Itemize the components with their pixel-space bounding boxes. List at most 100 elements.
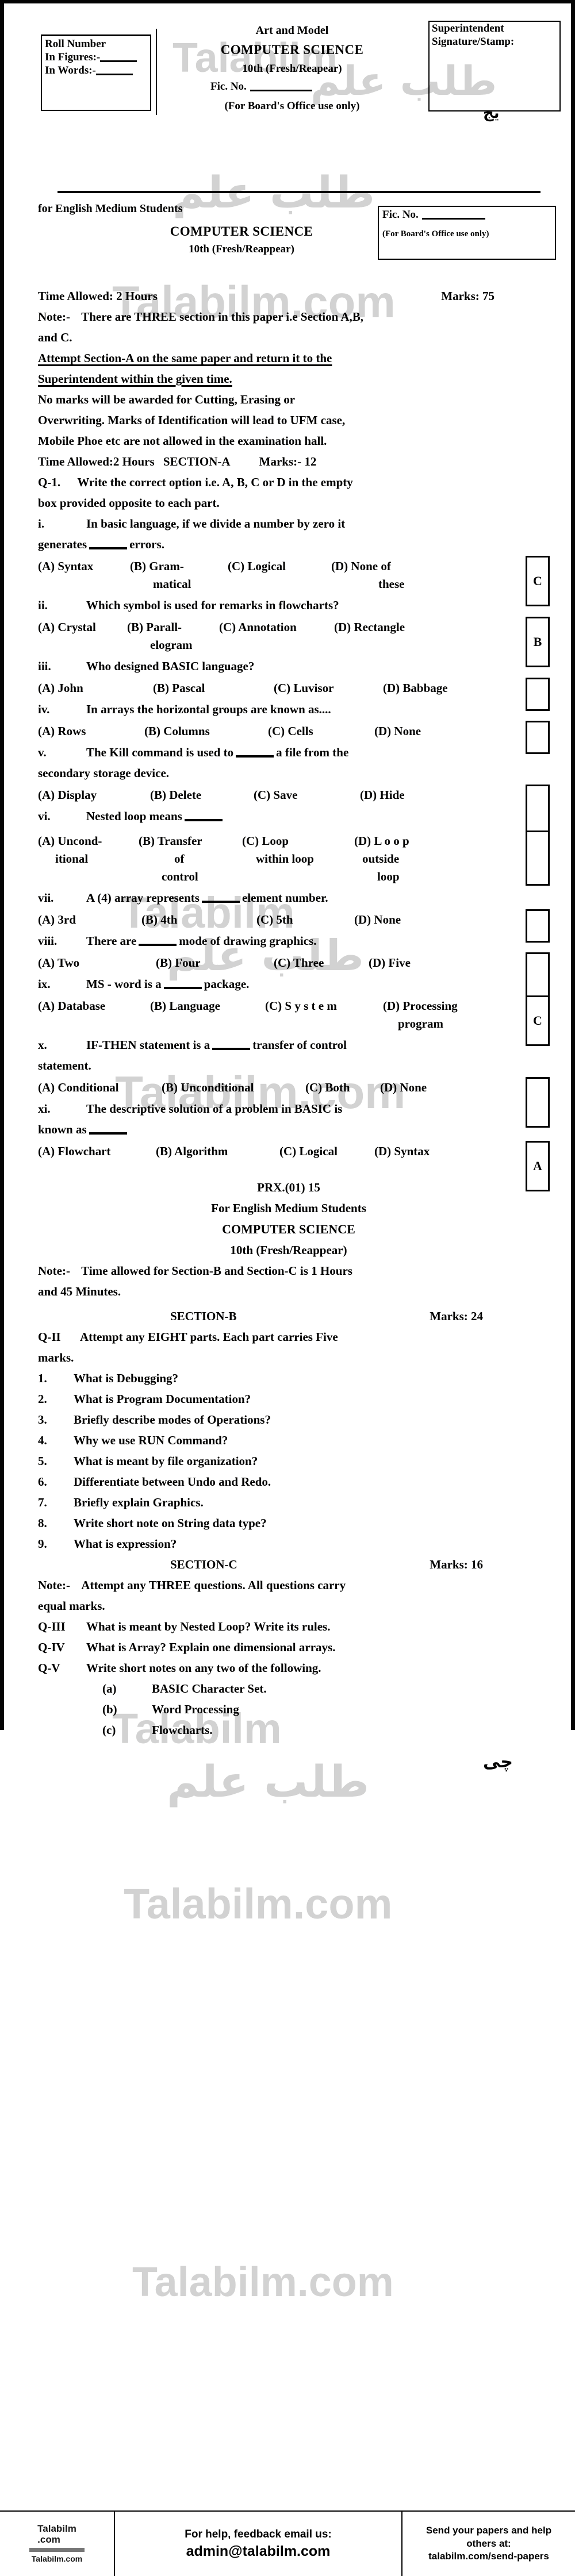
mcq-v-option-c[interactable]: (C) Save bbox=[254, 788, 360, 802]
mcq-ix-option-c[interactable]: (C) S y s t e m bbox=[265, 999, 383, 1013]
mcq-v-answer-box[interactable] bbox=[526, 785, 550, 835]
footer-send-papers-block: Send your papers and help others at: tal… bbox=[402, 2512, 575, 2576]
time-marks-row: Time Allowed: 2 Hours Marks: 75 bbox=[38, 290, 539, 302]
mcq-v-blank[interactable] bbox=[236, 750, 274, 758]
in-figures-label: In Figures:- bbox=[45, 51, 147, 64]
section-b-item-4-number: 4. bbox=[38, 1433, 47, 1447]
mcq-vi-option-d[interactable]: (D) L o o p bbox=[354, 834, 440, 848]
section-b-item-2-text: What is Program Documentation? bbox=[74, 1392, 251, 1406]
section-c-item-1: Q-III What is meant by Nested Loop? Write… bbox=[38, 1621, 539, 1633]
mcq-x-blank[interactable] bbox=[212, 1043, 251, 1050]
fic-no-blank-2[interactable] bbox=[421, 212, 485, 220]
mcq-iii-option-d[interactable]: (D) Babbage bbox=[383, 681, 484, 695]
mcq-ii-text: Which symbol is used for remarks in flow… bbox=[86, 598, 339, 612]
fic-no-box-2: Fic. No. (For Board's Office use only) bbox=[378, 206, 556, 260]
in-figures-blank[interactable] bbox=[100, 53, 137, 63]
mcq-iv-option-d[interactable]: (D) None bbox=[374, 724, 461, 739]
mcq-vii-options: (A) 3rd (B) 4th (C) 5th (D) None bbox=[38, 909, 550, 943]
section-c-sub-item-b: (b) Word Processing bbox=[38, 1704, 539, 1716]
mcq-i-option-d[interactable]: (D) None of bbox=[331, 559, 440, 574]
section-b-item-1-text: What is Debugging? bbox=[74, 1371, 179, 1385]
mcq-vii-option-b[interactable]: (B) 4th bbox=[141, 913, 256, 927]
mcq-ii-option-a[interactable]: (A) Crystal bbox=[38, 620, 127, 635]
section-b-item-9: 9. What is expression? bbox=[38, 1538, 539, 1550]
section-c-item-1-text: What is meant by Nested Loop? Write its … bbox=[86, 1620, 331, 1633]
mcq-ii-option-c[interactable]: (C) Annotation bbox=[219, 620, 334, 635]
mcq-vi-options: (A) Uncond- (B) Transfer (C) Loop (D) L … bbox=[38, 831, 550, 886]
mcq-iv-option-a[interactable]: (A) Rows bbox=[38, 724, 144, 739]
footer-email-link[interactable]: admin@talabilm.com bbox=[186, 2543, 331, 2560]
mcq-iii-option-a[interactable]: (A) John bbox=[38, 681, 153, 695]
mcq-x-option-a[interactable]: (A) Conditional bbox=[38, 1081, 162, 1095]
section-c-sub-b-text: Word Processing bbox=[152, 1702, 239, 1716]
mcq-viii-option-b[interactable]: (B) Four bbox=[156, 956, 274, 970]
mcq-i-stem-2: generates errors. bbox=[38, 539, 539, 551]
mcq-xi-option-c[interactable]: (C) Logical bbox=[279, 1144, 374, 1159]
no-marks-line-3: Mobile Phoe etc are not allowed in the e… bbox=[38, 434, 327, 448]
header-title-group: Art and Model COMPUTER SCIENCE 10th (Fre… bbox=[166, 22, 419, 114]
section-c-item-3-number: Q-V bbox=[38, 1661, 60, 1675]
mcq-xi-blank[interactable] bbox=[89, 1127, 127, 1135]
footer-contact-block: For help, feedback email us: admin@talab… bbox=[115, 2512, 402, 2576]
mcq-ix-blank[interactable] bbox=[163, 982, 202, 989]
scan-edge-top bbox=[0, 0, 575, 3]
fic-no-blank[interactable] bbox=[250, 83, 312, 92]
mcq-iv-option-c[interactable]: (C) Cells bbox=[268, 724, 374, 739]
mcq-vii-option-d[interactable]: (D) None bbox=[354, 913, 446, 927]
mcq-vii-blank[interactable] bbox=[201, 895, 240, 903]
mcq-vi-option-a[interactable]: (A) Uncond- bbox=[38, 834, 139, 848]
attempt-line-1: Attempt Section-A on the same paper and … bbox=[38, 351, 332, 365]
footer-logo-line2: .com bbox=[37, 2533, 60, 2545]
mcq-ix-option-a[interactable]: (A) Database bbox=[38, 999, 150, 1013]
section-c-sub-item-a: (a) BASIC Character Set. bbox=[38, 1683, 539, 1695]
mcq-vii-option-a[interactable]: (A) 3rd bbox=[38, 913, 141, 927]
mcq-viii-blank[interactable] bbox=[139, 939, 177, 946]
mcq-vi-blank[interactable] bbox=[184, 814, 223, 821]
mcq-v-option-b[interactable]: (B) Delete bbox=[150, 788, 254, 802]
urdu-handwritten-mark-2: چی bbox=[483, 1752, 513, 1772]
section-c-item-3-text: Write short notes on any two of the foll… bbox=[86, 1661, 321, 1675]
mcq-iii-option-c[interactable]: (C) Luvisor bbox=[274, 681, 383, 695]
mcq-xi-option-d[interactable]: (D) Syntax bbox=[374, 1144, 466, 1159]
mcq-ix-option-b[interactable]: (B) Language bbox=[150, 999, 265, 1013]
mcq-i-option-a[interactable]: (A) Syntax bbox=[38, 559, 130, 574]
mcq-i-blank[interactable] bbox=[89, 542, 128, 549]
mcq-x-number: x. bbox=[38, 1038, 47, 1052]
mcq-vii-option-c[interactable]: (C) 5th bbox=[256, 913, 354, 927]
section-b-item-7-text: Briefly explain Graphics. bbox=[74, 1495, 204, 1509]
mcq-xi-stem-1: xi. The descriptive solution of a problem… bbox=[38, 1103, 539, 1115]
scan-edge-left bbox=[0, 0, 4, 1730]
mcq-iii-option-b[interactable]: (B) Pascal bbox=[153, 681, 274, 695]
mcq-x-option-c[interactable]: (C) Both bbox=[305, 1081, 380, 1095]
attempt-line-2: Superintendent within the given time. bbox=[38, 372, 232, 386]
mcq-xi-option-a[interactable]: (A) Flowchart bbox=[38, 1144, 156, 1159]
section-b-item-2-number: 2. bbox=[38, 1392, 47, 1406]
mcq-vi-option-b[interactable]: (B) Transfer bbox=[139, 834, 242, 848]
mcq-i-text-1: In basic language, if we divide a number… bbox=[86, 517, 346, 530]
mcq-v-option-d[interactable]: (D) Hide bbox=[360, 788, 446, 802]
mcq-viii-option-c[interactable]: (C) Three bbox=[274, 956, 369, 970]
mcq-xi-option-b[interactable]: (B) Algorithm bbox=[156, 1144, 279, 1159]
mcq-x-option-d[interactable]: (D) None bbox=[380, 1081, 455, 1095]
note-label: Note:- bbox=[38, 310, 70, 324]
subject-title: COMPUTER SCIENCE bbox=[220, 43, 364, 57]
footer-send-link[interactable]: talabilm.com/send-papers bbox=[428, 2550, 549, 2563]
mcq-ix-stem: ix. MS - word is a package. bbox=[38, 978, 539, 990]
in-words-blank[interactable] bbox=[95, 67, 133, 76]
mcq-ix-option-d[interactable]: (D) Processing bbox=[383, 999, 486, 1013]
mcq-ii-option-b[interactable]: (B) Parall- bbox=[127, 620, 219, 635]
mcq-iv-option-b[interactable]: (B) Columns bbox=[144, 724, 268, 739]
section-b-q-text-1: Attempt any EIGHT parts. Each part carri… bbox=[79, 1330, 338, 1344]
mcq-viii-option-a[interactable]: (A) Two bbox=[38, 956, 156, 970]
mcq-x-option-b[interactable]: (B) Unconditional bbox=[162, 1081, 305, 1095]
mcq-viii-option-d[interactable]: (D) Five bbox=[369, 956, 449, 970]
q1-line-1: Q-1. Write the correct option i.e. A, B,… bbox=[38, 476, 539, 489]
mcq-v-option-a[interactable]: (A) Display bbox=[38, 788, 150, 802]
english-medium-label: for English Medium Students bbox=[38, 202, 183, 215]
mcq-vi-option-c[interactable]: (C) Loop bbox=[242, 834, 354, 848]
mcq-ii-option-d[interactable]: (D) Rectangle bbox=[334, 620, 443, 635]
mcq-xi-text-1: The descriptive solution of a problem in… bbox=[86, 1102, 343, 1116]
mcq-i-option-c[interactable]: (C) Logical bbox=[228, 559, 331, 574]
mcq-x-answer-box[interactable] bbox=[526, 1077, 550, 1128]
mcq-i-option-b[interactable]: (B) Gram- bbox=[130, 559, 228, 574]
